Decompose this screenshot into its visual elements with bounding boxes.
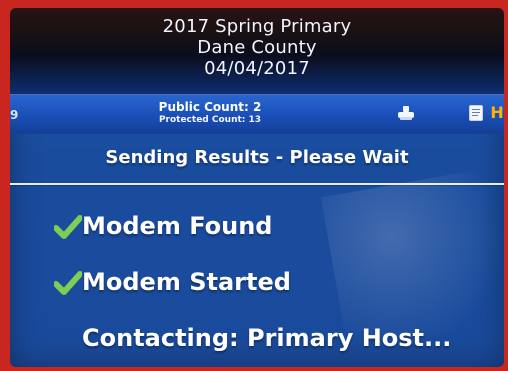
status-step-contacting-host: Contacting: Primary Host... xyxy=(10,323,504,361)
election-header-text: 2017 Spring Primary Dane County 04/04/20… xyxy=(10,16,504,79)
status-step-label: Contacting: Primary Host... xyxy=(82,324,452,352)
election-date: 04/04/2017 xyxy=(204,58,310,79)
status-panel: Sending Results - Please Wait Modem Foun… xyxy=(10,133,504,367)
status-title: Sending Results - Please Wait xyxy=(105,147,409,168)
count-bar: 9 Public Count: 2 Protected Count: 13 H xyxy=(10,94,504,134)
count-summary: Public Count: 2 Protected Count: 13 xyxy=(135,100,285,126)
h-icon: H xyxy=(490,103,504,122)
status-step-modem-found: Modem Found xyxy=(10,211,504,249)
voting-machine-screen: 2017 Spring Primary Dane County 04/04/20… xyxy=(10,8,504,367)
document-button[interactable] xyxy=(465,103,487,123)
status-divider xyxy=(10,183,504,185)
document-icon xyxy=(469,105,483,121)
public-count: Public Count: 2 xyxy=(158,100,262,114)
printer-button[interactable] xyxy=(395,103,417,123)
election-header: 2017 Spring Primary Dane County 04/04/20… xyxy=(10,8,504,94)
printer-icon xyxy=(397,106,415,120)
election-title: 2017 Spring Primary xyxy=(162,16,352,37)
protected-count: Protected Count: 13 xyxy=(158,115,262,125)
election-county: Dane County xyxy=(197,37,317,58)
left-edge-glyph: 9 xyxy=(10,108,19,122)
status-step-label: Modem Started xyxy=(82,268,291,296)
status-step-label: Modem Found xyxy=(82,212,273,240)
check-icon xyxy=(54,271,82,295)
help-button[interactable]: H xyxy=(490,103,504,123)
status-step-modem-started: Modem Started xyxy=(10,267,504,305)
check-icon xyxy=(54,215,82,239)
